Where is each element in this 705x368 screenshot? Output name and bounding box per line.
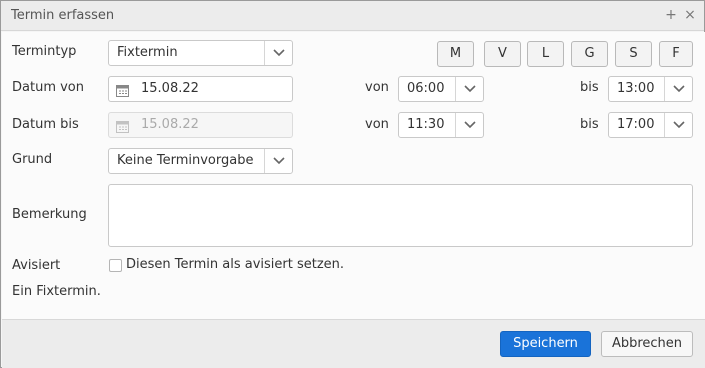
von-label-2: von: [365, 117, 389, 132]
bis-time-value: 13:00: [617, 81, 655, 96]
von-time-select[interactable]: 06:00: [398, 76, 484, 102]
dialog-content: [2, 32, 705, 319]
grund-select[interactable]: Keine Terminvorgabe: [108, 148, 293, 174]
day-button-s[interactable]: S: [615, 41, 652, 67]
datum-von-label: Datum von: [12, 80, 84, 95]
bis-label: bis: [580, 80, 599, 95]
von-time-value-2: 11:30: [407, 117, 445, 132]
bemerkung-textarea[interactable]: [108, 184, 693, 247]
add-icon[interactable]: +: [664, 7, 678, 23]
bis-time-value-2: 17:00: [617, 117, 655, 132]
calendar-icon: [116, 118, 129, 142]
von-time-select-2[interactable]: 11:30: [398, 112, 484, 138]
datum-von-input[interactable]: 15.08.22: [108, 76, 293, 102]
chevron-down-icon: [264, 41, 292, 65]
chevron-down-icon: [264, 149, 292, 173]
bis-time-select[interactable]: 13:00: [608, 76, 693, 102]
dialog-titlebar: Termin erfassen + ×: [1, 1, 704, 31]
grund-label: Grund: [12, 152, 53, 167]
avisiert-checkbox-label[interactable]: Diesen Termin als avisiert setzen.: [126, 257, 344, 272]
chevron-down-icon: [664, 113, 692, 137]
save-button[interactable]: Speichern: [500, 331, 591, 357]
termintyp-value: Fixtermin: [117, 45, 178, 60]
dialog-footer: [2, 319, 705, 368]
datum-bis-value: 15.08.22: [141, 117, 199, 132]
chevron-down-icon: [664, 77, 692, 101]
day-button-f[interactable]: F: [659, 41, 693, 67]
bis-label-2: bis: [580, 117, 599, 132]
chevron-down-icon: [455, 113, 483, 137]
close-icon[interactable]: ×: [683, 7, 697, 23]
day-button-l[interactable]: L: [527, 41, 564, 67]
termin-dialog: Termin erfassen + × Termintyp Fixtermin …: [0, 0, 705, 368]
day-button-v[interactable]: V: [484, 41, 521, 67]
day-button-m[interactable]: M: [437, 41, 474, 67]
bemerkung-label: Bemerkung: [12, 207, 87, 222]
dialog-title: Termin erfassen: [11, 8, 115, 23]
von-label: von: [365, 80, 389, 95]
grund-value: Keine Terminvorgabe: [117, 153, 254, 168]
cancel-button[interactable]: Abbrechen: [601, 331, 693, 357]
avisiert-checkbox[interactable]: [109, 259, 122, 272]
datum-bis-label: Datum bis: [12, 117, 79, 132]
chevron-down-icon: [455, 77, 483, 101]
calendar-icon: [116, 82, 129, 106]
termintyp-select[interactable]: Fixtermin: [108, 40, 293, 66]
von-time-value: 06:00: [407, 81, 445, 96]
datum-von-value: 15.08.22: [141, 81, 199, 96]
day-button-g[interactable]: G: [571, 41, 608, 67]
bis-time-select-2[interactable]: 17:00: [608, 112, 693, 138]
termintyp-label: Termintyp: [12, 44, 77, 59]
datum-bis-input: 15.08.22: [108, 112, 293, 138]
info-text: Ein Fixtermin.: [12, 284, 101, 299]
avisiert-label: Avisiert: [12, 258, 61, 273]
